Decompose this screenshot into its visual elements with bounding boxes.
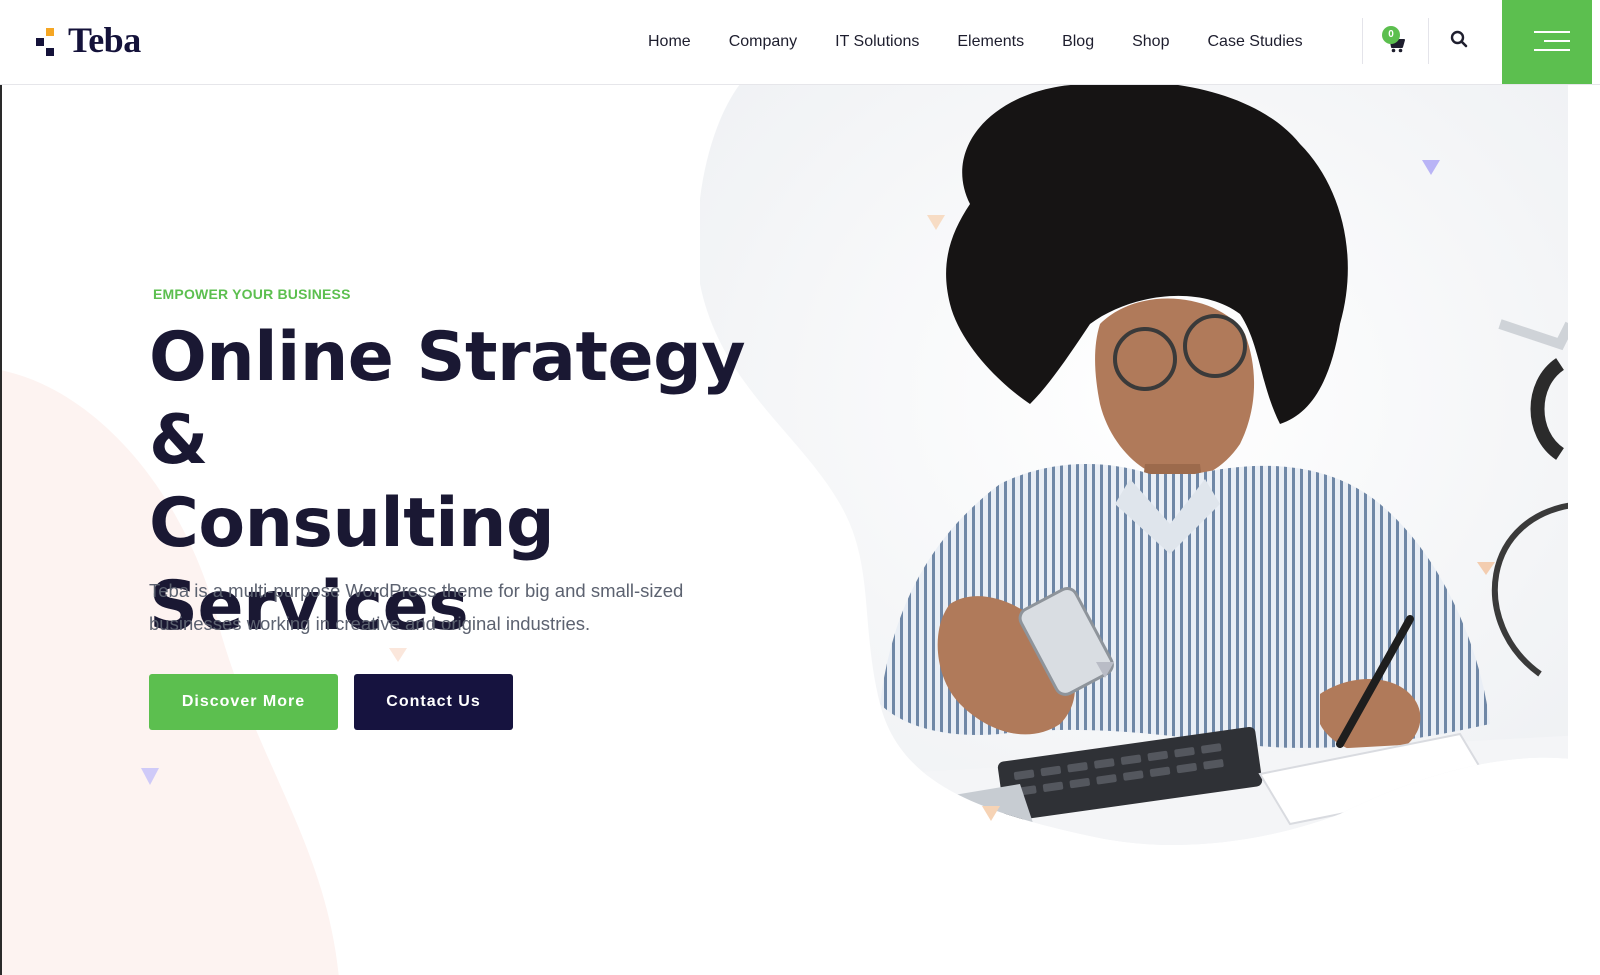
decorative-triangle-icon <box>982 806 1000 821</box>
decorative-triangle-icon <box>927 215 945 230</box>
hero-eyebrow: EMPOWER YOUR BUSINESS <box>153 286 351 302</box>
logo-mark-icon <box>34 24 56 56</box>
hero-description-line: businesses working in creative and origi… <box>149 613 591 634</box>
page: Teba Home Company IT Solutions Elements … <box>0 0 1600 975</box>
site-header: Teba Home Company IT Solutions Elements … <box>0 0 1600 85</box>
nav-divider <box>1362 18 1363 64</box>
nav-item-elements[interactable]: Elements <box>957 33 1024 51</box>
nav-item-case-studies[interactable]: Case Studies <box>1207 33 1302 51</box>
decorative-triangle-icon <box>1477 562 1495 575</box>
nav-item-it-solutions[interactable]: IT Solutions <box>835 33 919 51</box>
decorative-triangle-icon <box>141 768 159 785</box>
logo-text: Teba <box>68 20 141 60</box>
hero-description-line: Teba is a multi-purpose WordPress theme … <box>149 580 684 601</box>
hero-title-line: Online Strategy & <box>149 318 746 480</box>
nav-item-home[interactable]: Home <box>648 33 691 51</box>
site-logo[interactable]: Teba <box>34 22 141 58</box>
search-button[interactable] <box>1450 30 1474 54</box>
cart-count-badge: 0 <box>1382 26 1400 44</box>
decorative-triangle-icon <box>1422 160 1440 175</box>
nav-item-company[interactable]: Company <box>729 33 797 51</box>
decorative-triangle-icon <box>1096 662 1114 678</box>
hero-photo <box>700 84 1600 845</box>
window-edge <box>0 0 2 975</box>
search-icon <box>1450 30 1468 48</box>
hero-description: Teba is a multi-purpose WordPress theme … <box>149 574 739 640</box>
hamburger-menu-button[interactable] <box>1502 0 1592 84</box>
cart-button[interactable]: 0 <box>1382 26 1418 62</box>
nav-divider <box>1428 18 1429 64</box>
hero-title-line: Consulting <box>149 484 555 563</box>
main-nav: Home Company IT Solutions Elements Blog … <box>648 0 1303 84</box>
nav-item-shop[interactable]: Shop <box>1132 33 1169 51</box>
discover-more-button[interactable]: Discover More <box>149 674 338 730</box>
contact-us-button[interactable]: Contact Us <box>354 674 513 730</box>
window-edge <box>1568 0 1600 975</box>
decorative-triangle-icon <box>389 648 407 662</box>
nav-item-blog[interactable]: Blog <box>1062 33 1094 51</box>
